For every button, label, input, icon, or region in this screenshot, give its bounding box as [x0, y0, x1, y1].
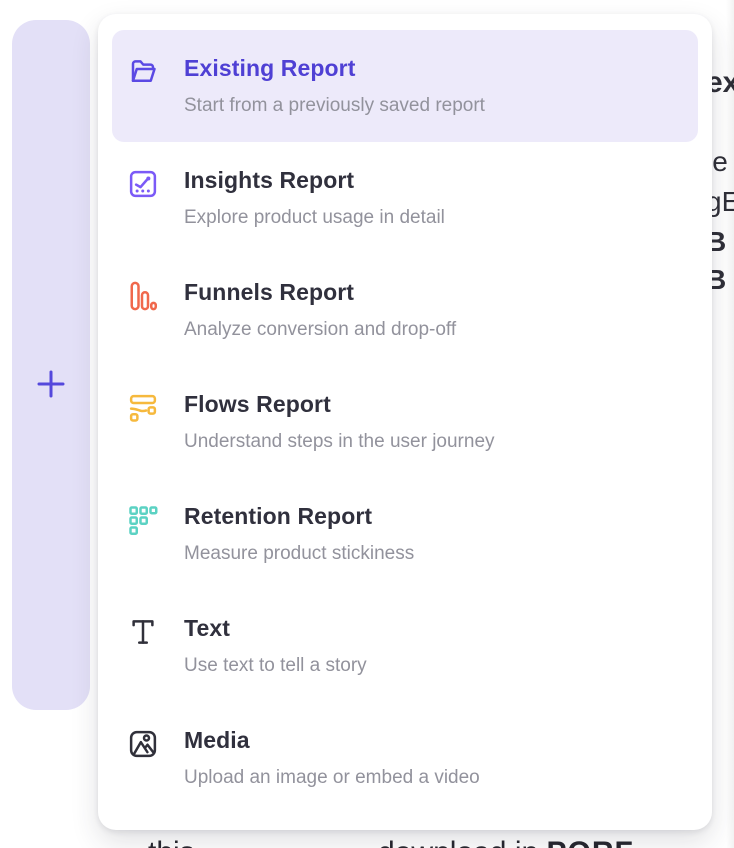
menu-item-label: Text	[184, 615, 680, 643]
menu-item-texts: Funnels Report Analyze conversion and dr…	[184, 279, 680, 341]
menu-item-texts: Flows Report Understand steps in the use…	[184, 391, 680, 453]
menu-item-label: Funnels Report	[184, 279, 680, 307]
menu-item-description: Measure product stickiness	[184, 542, 680, 566]
menu-item-texts: Insights Report Explore product usage in…	[184, 167, 680, 229]
insights-chart-icon	[128, 169, 158, 199]
background-text-regular: this download in	[148, 836, 547, 848]
page-edge-shade	[726, 0, 734, 848]
menu-item-label: Flows Report	[184, 391, 680, 419]
menu-item-description: Use text to tell a story	[184, 654, 680, 678]
menu-item-texts: Existing Report Start from a previously …	[184, 55, 680, 117]
add-report-menu: Existing Report Start from a previously …	[98, 14, 712, 830]
funnel-bars-icon	[128, 281, 158, 311]
menu-item-label: Retention Report	[184, 503, 680, 531]
menu-item-flows-report[interactable]: Flows Report Understand steps in the use…	[112, 366, 698, 478]
menu-item-funnels-report[interactable]: Funnels Report Analyze conversion and dr…	[112, 254, 698, 366]
menu-item-description: Explore product usage in detail	[184, 206, 680, 230]
menu-item-retention-report[interactable]: Retention Report Measure product stickin…	[112, 478, 698, 590]
plus-icon	[36, 369, 66, 399]
menu-item-label: Media	[184, 727, 680, 755]
menu-item-description: Upload an image or embed a video	[184, 766, 680, 790]
menu-item-description: Start from a previously saved report	[184, 94, 680, 118]
board-add-rail	[12, 20, 90, 710]
menu-item-text[interactable]: Text Use text to tell a story	[112, 590, 698, 702]
add-content-button[interactable]	[12, 350, 90, 418]
menu-item-insights-report[interactable]: Insights Report Explore product usage in…	[112, 142, 698, 254]
screen: ex ie gE B B this download in PORF Exist…	[0, 0, 734, 848]
background-text-bold: PORF	[547, 836, 634, 848]
text-icon	[128, 617, 158, 647]
flows-icon	[128, 393, 158, 423]
menu-item-description: Analyze conversion and drop-off	[184, 318, 680, 342]
menu-item-existing-report[interactable]: Existing Report Start from a previously …	[112, 30, 698, 142]
open-folder-icon	[128, 57, 158, 87]
background-text-fragment: this download in PORF	[148, 836, 634, 848]
menu-item-texts: Retention Report Measure product stickin…	[184, 503, 680, 565]
menu-item-media[interactable]: Media Upload an image or embed a video	[112, 702, 698, 814]
media-icon	[128, 729, 158, 759]
retention-grid-icon	[128, 505, 158, 535]
menu-item-label: Insights Report	[184, 167, 680, 195]
menu-item-texts: Text Use text to tell a story	[184, 615, 680, 677]
menu-item-texts: Media Upload an image or embed a video	[184, 727, 680, 789]
menu-item-description: Understand steps in the user journey	[184, 430, 680, 454]
menu-item-label: Existing Report	[184, 55, 680, 83]
